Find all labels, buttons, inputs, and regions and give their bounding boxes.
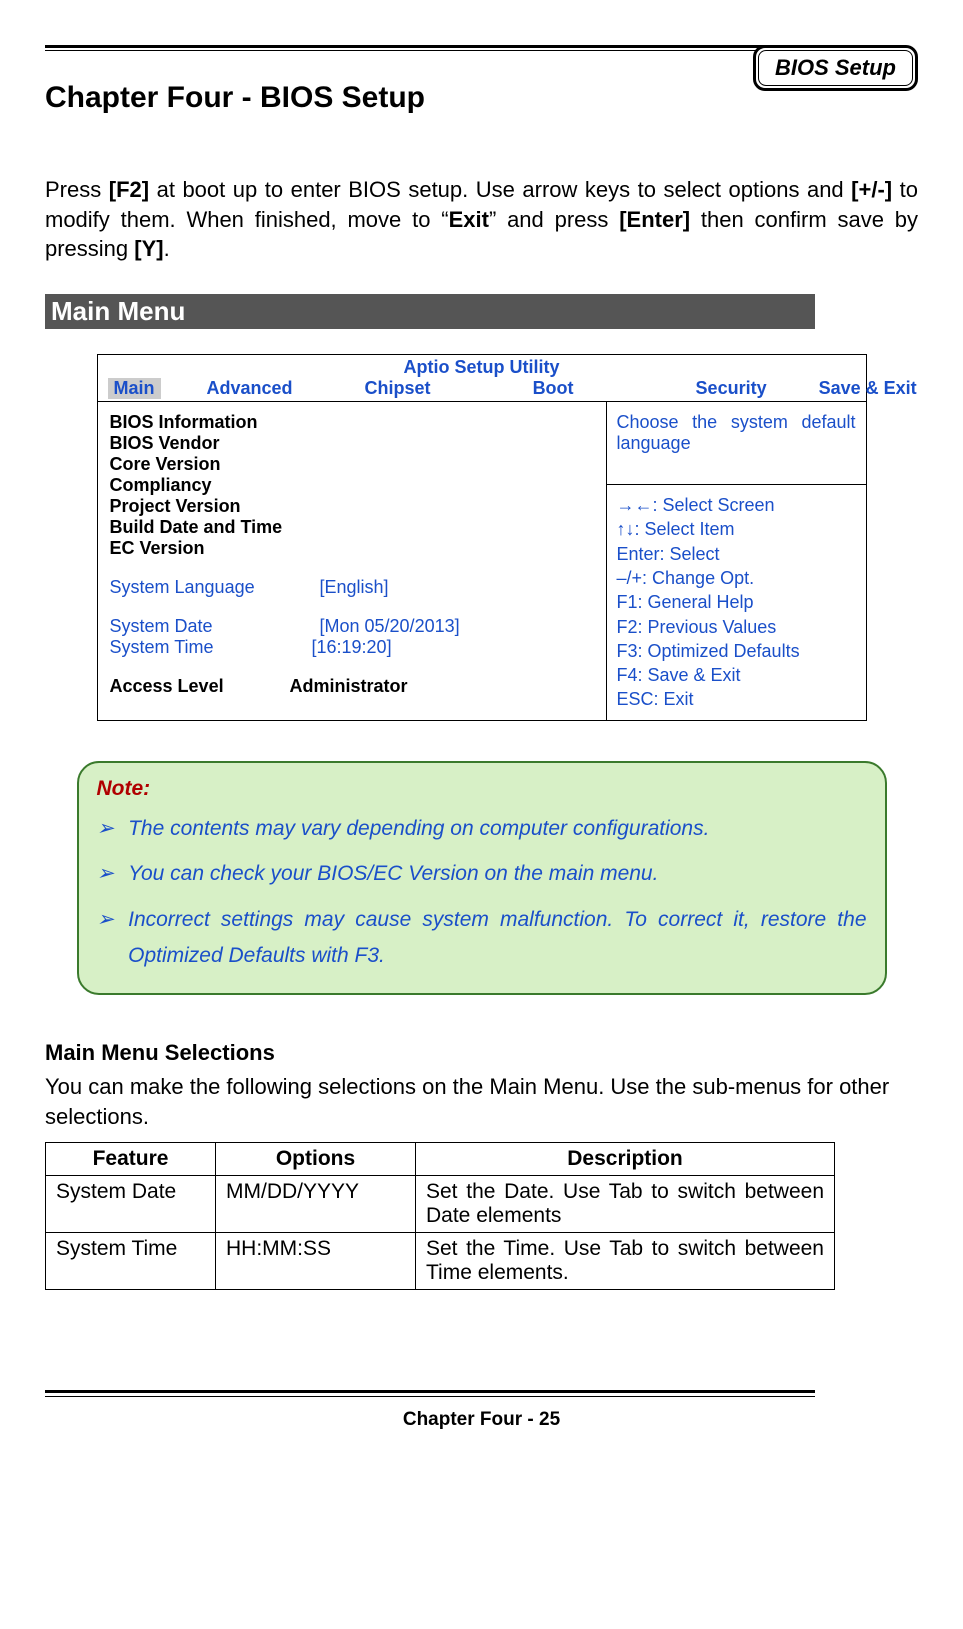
bios-info-item: BIOS Information <box>110 412 594 433</box>
bios-info-list: BIOS Information BIOS Vendor Core Versio… <box>110 412 594 559</box>
bios-tab-security[interactable]: Security <box>690 378 773 399</box>
system-date-row[interactable]: System Date [Mon 05/20/2013] <box>110 616 594 637</box>
bios-info-item: Build Date and Time <box>110 517 594 538</box>
bios-left-pane: BIOS Information BIOS Vendor Core Versio… <box>98 402 606 720</box>
note-text: The contents may vary depending on compu… <box>128 811 709 847</box>
system-language-value: [English] <box>320 577 389 598</box>
bios-info-item: Project Version <box>110 496 594 517</box>
help-key: Enter: Select <box>617 542 856 566</box>
access-level-value: Administrator <box>290 676 408 697</box>
section-heading-main-menu: Main Menu <box>45 294 815 329</box>
bios-help-keys: →←: Select Screen ↑↓: Select Item Enter:… <box>607 485 866 720</box>
help-key: ESC: Exit <box>617 687 856 711</box>
help-key: F3: Optimized Defaults <box>617 639 856 663</box>
cell-description: Set the Time. Use Tab to switch between … <box>416 1232 835 1289</box>
note-text: You can check your BIOS/EC Version on th… <box>128 856 658 892</box>
cell-feature: System Date <box>46 1175 216 1232</box>
bios-tab-save-exit[interactable]: Save & Exit <box>813 378 923 399</box>
bios-tab-bar: Main Advanced Chipset Boot Security Save… <box>98 378 866 402</box>
bullet-icon: ➢ <box>97 811 115 847</box>
cell-options: MM/DD/YYYY <box>216 1175 416 1232</box>
help-key: →←: Select Screen <box>617 493 856 517</box>
note-item: ➢ You can check your BIOS/EC Version on … <box>97 856 867 892</box>
table-row: System Time HH:MM:SS Set the Time. Use T… <box>46 1232 835 1289</box>
note-box: Note: ➢ The contents may vary depending … <box>77 761 887 996</box>
note-item: ➢ The contents may vary depending on com… <box>97 811 867 847</box>
header-rule <box>45 45 805 51</box>
bios-setup-panel: Aptio Setup Utility Main Advanced Chipse… <box>97 354 867 721</box>
help-key: F2: Previous Values <box>617 615 856 639</box>
bios-info-item: EC Version <box>110 538 594 559</box>
main-menu-selections-heading: Main Menu Selections <box>45 1040 918 1066</box>
system-time-label: System Time <box>110 637 320 658</box>
cell-description: Set the Date. Use Tab to switch between … <box>416 1175 835 1232</box>
page-footer: Chapter Four - 25 <box>45 1409 918 1431</box>
exit-word: Exit <box>449 207 489 232</box>
bios-help-description: Choose the system default language <box>607 402 866 485</box>
bios-tab-boot[interactable]: Boot <box>527 378 580 399</box>
help-key: F1: General Help <box>617 590 856 614</box>
system-date-label: System Date <box>110 616 320 637</box>
col-options: Options <box>216 1142 416 1175</box>
key-plus-minus: [+/-] <box>851 177 892 202</box>
intro-text: ” and press <box>489 207 619 232</box>
cell-options: HH:MM:SS <box>216 1232 416 1289</box>
system-time-value: [16:19:20] <box>312 637 392 658</box>
bios-utility-title: Aptio Setup Utility <box>98 355 866 378</box>
bios-tab-chipset[interactable]: Chipset <box>359 378 437 399</box>
help-key: F4: Save & Exit <box>617 663 856 687</box>
bullet-icon: ➢ <box>97 856 115 892</box>
access-level-label: Access Level <box>110 676 290 697</box>
bios-tab-main[interactable]: Main <box>108 378 161 399</box>
bios-tab-advanced[interactable]: Advanced <box>201 378 299 399</box>
col-description: Description <box>416 1142 835 1175</box>
bios-right-pane: Choose the system default language →←: S… <box>606 402 866 720</box>
system-time-row[interactable]: System Time [16:19:20] <box>110 637 594 658</box>
intro-paragraph: Press [F2] at boot up to enter BIOS setu… <box>45 175 918 264</box>
main-menu-selections-desc: You can make the following selections on… <box>45 1072 918 1131</box>
intro-text: . <box>164 236 170 261</box>
system-language-row[interactable]: System Language [English] <box>110 577 594 598</box>
key-y: [Y] <box>134 236 163 261</box>
table-header-row: Feature Options Description <box>46 1142 835 1175</box>
intro-text: Press <box>45 177 109 202</box>
bios-info-item: Core Version <box>110 454 594 475</box>
note-title: Note: <box>97 777 867 801</box>
bios-info-item: BIOS Vendor <box>110 433 594 454</box>
intro-text: at boot up to enter BIOS setup. Use arro… <box>149 177 851 202</box>
bullet-icon: ➢ <box>97 902 115 973</box>
selections-table: Feature Options Description System Date … <box>45 1142 835 1290</box>
help-key: –/+: Change Opt. <box>617 566 856 590</box>
key-f2: [F2] <box>109 177 149 202</box>
note-text: Incorrect settings may cause system malf… <box>128 902 866 973</box>
bios-info-item: Compliancy <box>110 475 594 496</box>
system-language-label: System Language <box>110 577 320 598</box>
cell-feature: System Time <box>46 1232 216 1289</box>
header-badge: BIOS Setup <box>753 45 918 91</box>
note-item: ➢ Incorrect settings may cause system ma… <box>97 902 867 973</box>
table-row: System Date MM/DD/YYYY Set the Date. Use… <box>46 1175 835 1232</box>
key-enter: [Enter] <box>619 207 690 232</box>
system-date-value: [Mon 05/20/2013] <box>320 616 460 637</box>
help-key: ↑↓: Select Item <box>617 517 856 541</box>
header-badge-text: BIOS Setup <box>758 50 913 86</box>
access-level-row: Access Level Administrator <box>110 676 594 697</box>
page-header: BIOS Setup <box>45 45 918 51</box>
col-feature: Feature <box>46 1142 216 1175</box>
footer-rule <box>45 1390 815 1397</box>
